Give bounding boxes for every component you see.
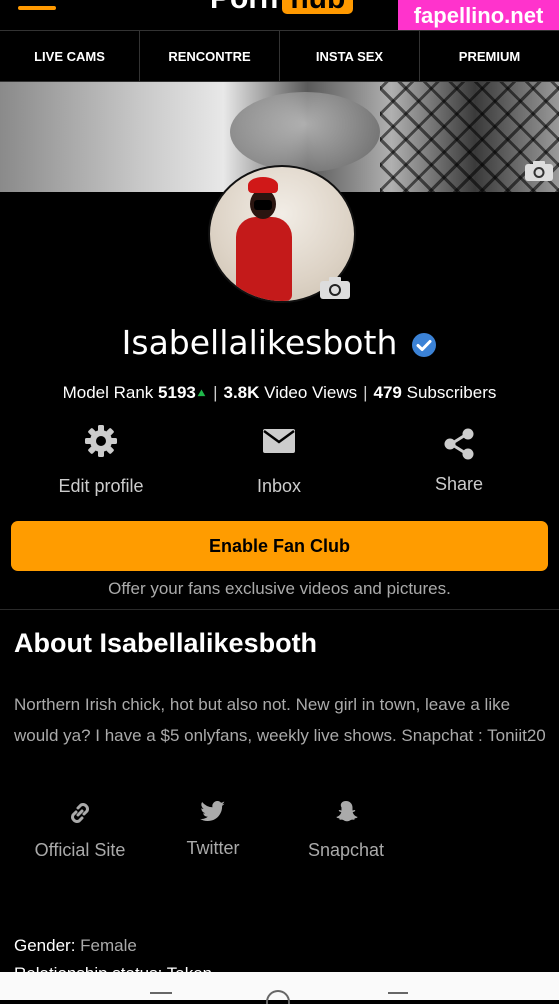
snapchat-label: Snapchat [307,840,385,860]
link-icon [71,803,89,823]
gender-row: Gender: Female [14,936,137,956]
nav-premium[interactable]: PREMIUM [420,31,559,81]
username: Isabellalikesboth [121,323,398,362]
divider: | [363,383,368,402]
snapchat-icon [336,801,358,822]
logo-text-right: hub [282,0,354,14]
recent-apps-icon[interactable] [150,992,172,1002]
site-logo[interactable]: Porn hub [210,0,354,16]
share-button[interactable]: Share [384,428,534,495]
rank-up-icon: ⯅ [195,385,208,401]
inbox-button[interactable]: Inbox [204,428,354,497]
gender-label: Gender: [14,936,76,955]
nav-live-cams[interactable]: LIVE CAMS [0,31,140,81]
share-label: Share [434,474,484,494]
subscribers-value: 479 [373,383,402,402]
official-site-label: Official Site [34,840,126,860]
enable-fan-club-button[interactable]: Enable Fan Club [11,521,548,571]
section-divider [0,609,559,610]
share-icon [444,428,474,460]
inbox-label: Inbox [256,476,302,496]
rank-label: Model Rank [62,383,154,402]
gear-icon [85,425,117,457]
edit-profile-label: Edit profile [58,476,144,496]
nav-rencontre[interactable]: RENCONTRE [140,31,280,81]
relationship-row: Relationship status: Taken [14,962,314,972]
watermark: fapellino.net [398,0,559,32]
back-icon[interactable] [388,992,408,1002]
views-label: Video Views [264,383,358,402]
envelope-icon [263,429,295,453]
twitter-link[interactable]: Twitter [168,800,258,859]
bio-text: Northern Irish chick, hot but also not. … [14,695,546,745]
profile-stats: Model Rank 5193⯅ | 3.8K Video Views | 479 Su… [0,381,559,405]
views-value: 3.8K [223,383,260,402]
nav-insta-sex[interactable]: INSTA SEX [280,31,420,81]
about-title: About Isabellalikesboth [14,628,318,658]
edit-profile-button[interactable]: Edit profile [26,424,176,497]
camera-icon[interactable] [524,160,554,182]
rank-value: 5193 [158,383,196,402]
fan-club-subtitle: Offer your fans exclusive videos and pic… [108,579,451,598]
gender-value: Female [80,936,137,955]
verified-badge-icon [412,332,437,357]
profile-title: Isabellalikesboth [0,323,559,363]
twitter-label: Twitter [186,838,240,858]
twitter-icon [200,800,225,822]
top-nav: LIVE CAMS RENCONTRE INSTA SEX PREMIUM [0,30,559,82]
home-icon[interactable] [266,990,290,1004]
official-site-link[interactable]: Official Site [24,800,136,861]
bottom-navigation-bar [0,972,559,1004]
menu-icon[interactable] [18,0,56,14]
subscribers-label: Subscribers [406,383,497,402]
camera-icon[interactable] [319,276,351,300]
logo-text-left: Porn [210,0,278,14]
snapchat-link[interactable]: Snapchat [298,800,394,861]
divider: | [213,383,218,402]
